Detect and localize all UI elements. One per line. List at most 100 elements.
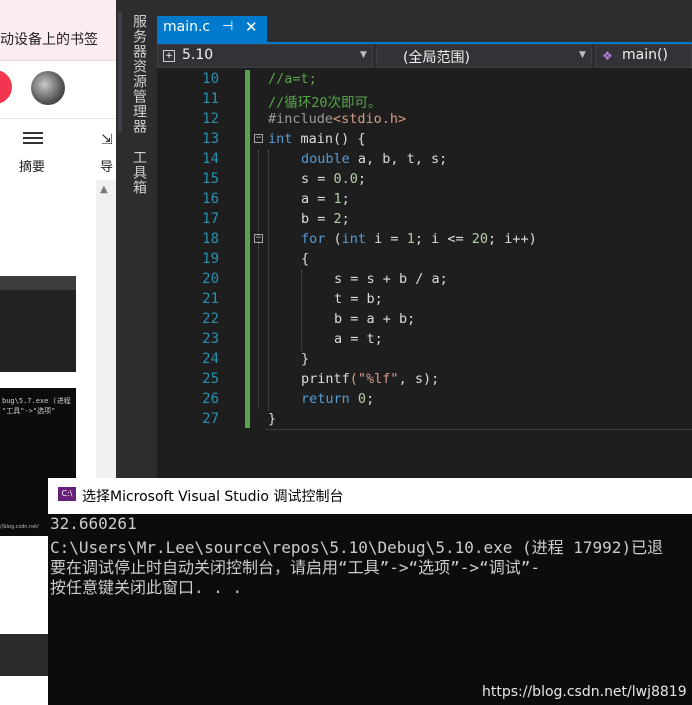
line-number: 26 <box>202 391 219 407</box>
chevron-down-icon: ▼ <box>360 50 367 60</box>
debug-console-window[interactable]: C:\ 选择Microsoft Visual Studio 调试控制台 32.6… <box>48 478 692 705</box>
indent-guide <box>301 270 302 350</box>
code-text: { <box>301 251 310 267</box>
code-line[interactable]: 18− for (int i = 1; i <= 20; i++) <box>157 230 692 250</box>
indent-guide <box>258 150 259 410</box>
code-text: } <box>301 351 310 367</box>
code-line[interactable]: 19 { <box>157 250 692 270</box>
line-number: 11 <box>202 91 219 107</box>
code-line[interactable]: 20 s = s + b / a; <box>157 270 692 290</box>
code-line[interactable]: 11 //循环20次即可。 <box>157 90 692 111</box>
divider <box>0 118 116 119</box>
close-icon[interactable]: ✕ <box>245 18 258 36</box>
tab-title: main.c <box>163 19 211 35</box>
code-text: int main() { <box>268 131 366 147</box>
code-text: } <box>268 411 277 427</box>
code-line[interactable]: 12 #include<stdio.h> <box>157 110 692 130</box>
dark-panel-header <box>0 276 76 290</box>
line-number: 16 <box>202 191 219 207</box>
code-text: double a, b, t, s; <box>301 151 448 167</box>
code-line[interactable]: 21 t = b; <box>157 290 692 310</box>
code-line[interactable]: 17 b = 2; <box>157 210 692 230</box>
code-line[interactable]: 27} <box>157 410 692 430</box>
code-text: b = a + b; <box>334 311 416 327</box>
tab-main-c[interactable]: main.c ⊣ ✕ <box>157 16 267 42</box>
code-line[interactable]: 22 b = a + b; <box>157 310 692 330</box>
code-text: //循环20次即可。 <box>268 95 382 111</box>
code-line[interactable]: 25 printf("%lf", s); <box>157 370 692 390</box>
line-number: 25 <box>202 371 219 387</box>
line-number: 17 <box>202 211 219 227</box>
line-number: 14 <box>202 151 219 167</box>
console-app-icon: C:\ <box>58 487 76 501</box>
console-line: 按任意键关闭此窗口. . . <box>50 578 243 597</box>
method-cube-icon: ❖ <box>602 49 613 63</box>
code-line[interactable]: 24} <box>157 350 692 370</box>
line-number: 12 <box>202 111 219 127</box>
indent-guide <box>268 150 269 410</box>
avatar[interactable] <box>31 71 65 105</box>
scope-dropdown[interactable]: (全局范围) ▼ <box>376 44 592 68</box>
navigation-label[interactable]: 导 <box>100 156 113 175</box>
summary-icon[interactable] <box>23 132 43 148</box>
mobile-bookmarks-link[interactable]: 动设备上的书签 <box>0 29 98 49</box>
server-explorer-tab[interactable]: 服务器资源管理器 <box>125 14 149 134</box>
navigation-icon[interactable]: ⇲ <box>101 132 113 148</box>
console-title: 选择Microsoft Visual Studio 调试控制台 <box>82 489 344 505</box>
code-text: s = 0.0; <box>301 171 367 187</box>
side-panel-strip <box>118 12 122 132</box>
thumbnail-line: "工具"->"选项" <box>2 407 56 415</box>
document-tab-row: main.c ⊣ ✕ <box>157 0 692 44</box>
console-line: 32.660261 <box>50 514 137 533</box>
code-text: return 0; <box>301 391 375 407</box>
code-text: b = 2; <box>301 211 350 227</box>
line-number: 20 <box>202 271 219 287</box>
code-text: t = b; <box>334 291 383 307</box>
line-number: 13 <box>202 131 219 147</box>
console-output[interactable]: 32.660261 C:\Users\Mr.Lee\source\repos\5… <box>48 514 692 705</box>
code-line[interactable]: 26 return 0; <box>157 390 692 410</box>
project-dropdown[interactable]: + 5.10 ▼ <box>157 44 373 68</box>
project-icon: + <box>163 50 175 62</box>
code-line[interactable]: 15 s = 0.0; <box>157 170 692 190</box>
summary-label[interactable]: 摘要 <box>19 156 45 175</box>
code-line[interactable]: 10 //a=t; <box>157 70 692 90</box>
scroll-up-icon[interactable]: ▲ <box>100 184 108 195</box>
code-editor: main.c ⊣ ✕ + 5.10 ▼ (全局范围) ▼ ❖ main() 10… <box>157 0 692 480</box>
navigation-bar: + 5.10 ▼ (全局范围) ▼ ❖ main() <box>157 44 692 68</box>
line-number: 10 <box>202 71 219 87</box>
pin-icon[interactable]: ⊣ <box>222 19 233 34</box>
code-text: //a=t; <box>268 71 317 87</box>
line-number: 24 <box>202 351 219 367</box>
code-text: #include<stdio.h> <box>268 111 407 127</box>
line-number: 18 <box>202 231 219 247</box>
code-text: a = 1; <box>301 191 350 207</box>
bookmark-bar: 动设备上的书签 <box>0 0 116 61</box>
line-number: 22 <box>202 311 219 327</box>
line-number: 21 <box>202 291 219 307</box>
code-text: printf("%lf", s); <box>301 371 440 387</box>
member-label: main() <box>622 47 668 63</box>
code-line[interactable]: 23 a = t; <box>157 330 692 350</box>
code-text: s = s + b / a; <box>334 271 448 287</box>
code-line[interactable]: 14 double a, b, t, s; <box>157 150 692 170</box>
dark-panel <box>0 290 76 372</box>
thumbnail-line: bug\5.7.exe (进程 1 <box>2 397 76 405</box>
console-title-bar[interactable]: C:\ 选择Microsoft Visual Studio 调试控制台 <box>48 478 692 514</box>
member-dropdown[interactable]: ❖ main() <box>595 44 692 68</box>
scope-label: (全局范围) <box>403 50 470 66</box>
line-number: 23 <box>202 331 219 347</box>
code-line[interactable]: 16 a = 1; <box>157 190 692 210</box>
red-badge-icon[interactable] <box>0 70 12 104</box>
toolbox-tab[interactable]: 工具箱 <box>125 150 149 195</box>
line-number: 27 <box>202 411 219 427</box>
collapse-icon[interactable]: − <box>254 134 263 143</box>
thumbnail-footer: //blog.csdn.net/ <box>0 524 39 530</box>
line-number: 19 <box>202 251 219 267</box>
chevron-down-icon: ▼ <box>579 50 586 60</box>
watermark: https://blog.csdn.net/lwj8819 <box>482 684 687 700</box>
project-label: 5.10 <box>182 47 214 63</box>
code-area[interactable]: 10//a=t; 11//循环20次即可。 12 #include<stdio.h> 1… <box>157 68 692 480</box>
code-line[interactable]: 13 − int main() { <box>157 130 692 150</box>
code-text: for (int i = 1; i <= 20; i++) <box>301 231 537 247</box>
